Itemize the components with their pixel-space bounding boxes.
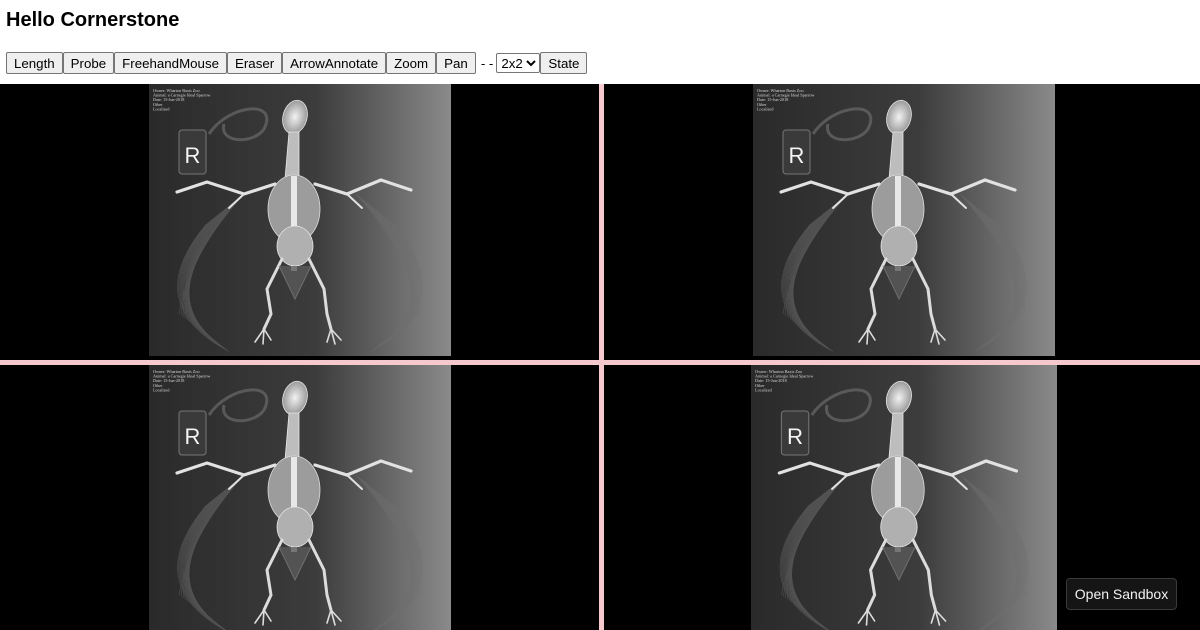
overlay-text: Localized xyxy=(153,106,170,111)
r-marker: R xyxy=(178,410,207,456)
r-marker: R xyxy=(178,129,207,175)
overlay-text: Localized xyxy=(755,387,773,392)
xray-image: R Owner: Wharton Baxis Zoo Animal: a Carne… xyxy=(149,84,451,356)
state-button[interactable]: State xyxy=(540,52,588,74)
xray-image: R Owner: Wharton Baxis Zoo Animal: a Carne… xyxy=(751,365,1057,630)
xray-drawing: ROwner: Wharton Baxis ZooAnimal: a Carne… xyxy=(149,84,451,356)
overlay-text: Localized xyxy=(153,387,170,392)
toolbar-separator: - - xyxy=(480,55,494,71)
layout-select[interactable]: 2x2 xyxy=(496,53,541,73)
length-tool-button[interactable]: Length xyxy=(6,52,63,74)
viewport-top-right[interactable]: R Owner: Wharton Baxis Zoo Animal: a Carne… xyxy=(604,84,1200,360)
viewport-grid: R Owner: Wharton Baxis Zoo Animal: a Carne… xyxy=(0,84,1200,630)
toolbar: Length Probe FreehandMouse Eraser ArrowA… xyxy=(6,52,588,74)
marker-label: R xyxy=(787,424,803,449)
freehand-mouse-tool-button[interactable]: FreehandMouse xyxy=(114,52,227,74)
xray-drawing: ROwner: Wharton Baxis ZooAnimal: a Carne… xyxy=(751,365,1057,630)
overlay-text: Localized xyxy=(757,106,774,111)
xray-image: R Owner: Wharton Baxis Zoo Animal: a Carne… xyxy=(753,84,1055,356)
viewport-bottom-left[interactable]: R Owner: Wharton Baxis Zoo Animal: a Carne… xyxy=(0,365,599,630)
xray-drawing: ROwner: Wharton Baxis ZooAnimal: a Carne… xyxy=(753,84,1055,356)
xray-image: R Owner: Wharton Baxis Zoo Animal: a Carne… xyxy=(149,365,451,630)
pan-tool-button[interactable]: Pan xyxy=(436,52,476,74)
xray-drawing: ROwner: Wharton Baxis ZooAnimal: a Carne… xyxy=(149,365,451,630)
probe-tool-button[interactable]: Probe xyxy=(62,52,115,74)
arrow-annotate-tool-button[interactable]: ArrowAnnotate xyxy=(282,52,387,74)
page-title: Hello Cornerstone xyxy=(6,9,180,31)
marker-label: R xyxy=(185,424,201,449)
eraser-tool-button[interactable]: Eraser xyxy=(227,52,283,74)
r-marker: R xyxy=(780,410,810,456)
zoom-tool-button[interactable]: Zoom xyxy=(386,52,437,74)
marker-label: R xyxy=(789,143,805,168)
viewport-top-left[interactable]: R Owner: Wharton Baxis Zoo Animal: a Carne… xyxy=(0,84,599,360)
marker-label: R xyxy=(185,143,201,168)
r-marker: R xyxy=(782,129,811,175)
open-sandbox-button[interactable]: Open Sandbox xyxy=(1066,578,1177,610)
